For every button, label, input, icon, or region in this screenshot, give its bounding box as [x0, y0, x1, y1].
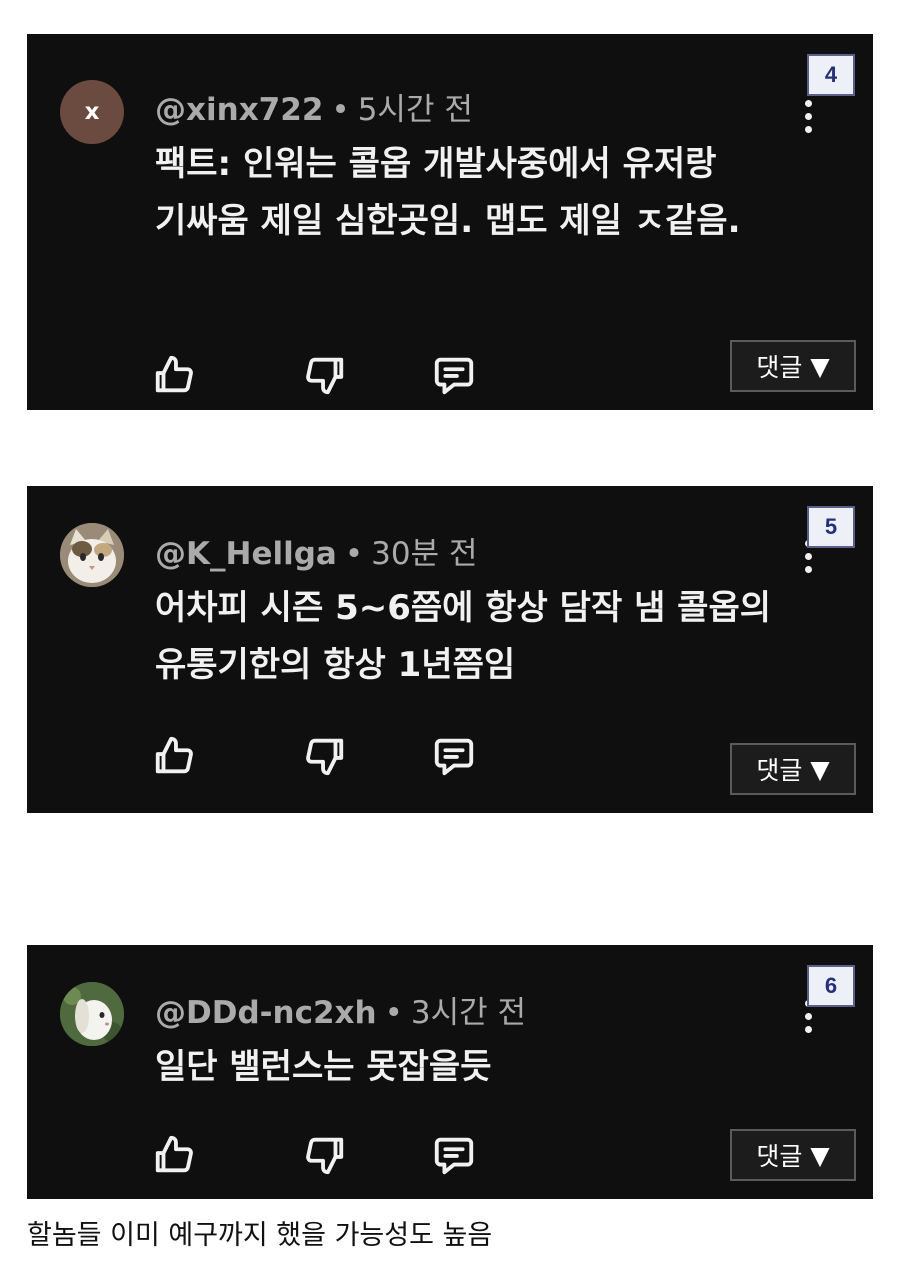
more-vertical-icon[interactable]: [805, 100, 813, 139]
reply-label: 댓글: [756, 353, 803, 382]
comment-icon[interactable]: [431, 352, 477, 398]
avatar-letter: x: [84, 99, 100, 125]
comment-number-badge: 5: [807, 506, 855, 548]
comment-icon[interactable]: [431, 1132, 477, 1178]
comment-card: @DDd-nc2xh • 3시간 전 일단 밸런스는 못잡을듯 6 댓글 ▼: [27, 945, 873, 1199]
comment-number-badge: 4: [807, 54, 855, 96]
comment-author[interactable]: @DDd-nc2xh: [155, 995, 377, 1031]
meta-separator: •: [331, 92, 350, 128]
meta-separator: •: [384, 995, 403, 1031]
comment-number-badge: 6: [807, 965, 855, 1007]
comment-card: x @xinx722 • 5시간 전 팩트: 인워는 콜옵 개발사중에서 유저랑 기…: [27, 34, 873, 410]
thumbs-down-icon[interactable]: [301, 352, 347, 398]
avatar[interactable]: x: [60, 80, 124, 144]
caption-text: 할놈들 이미 예구까지 했을 가능성도 높음: [27, 1220, 493, 1251]
comment-meta: @xinx722 • 5시간 전: [155, 84, 473, 129]
reply-label: 댓글: [756, 1142, 803, 1171]
thumbs-up-icon[interactable]: [152, 1132, 198, 1178]
rabbit-icon: [60, 982, 124, 1046]
thumbs-up-icon[interactable]: [152, 352, 198, 398]
thumbs-down-icon[interactable]: [301, 1132, 347, 1178]
thumbs-down-icon[interactable]: [301, 733, 347, 779]
reply-button[interactable]: 댓글 ▼: [730, 340, 856, 392]
reply-label: 댓글: [756, 756, 803, 785]
comment-meta: @K_Hellga • 30분 전: [155, 528, 478, 573]
avatar[interactable]: [60, 523, 124, 587]
comment-card: @K_Hellga • 30분 전 어차피 시즌 5~6쯤에 항상 담작 냄 콜옵의…: [27, 486, 873, 813]
comment-icon[interactable]: [431, 733, 477, 779]
meta-separator: •: [344, 536, 364, 572]
comment-author[interactable]: @K_Hellga: [155, 536, 337, 572]
comment-time: 3시간 전: [410, 995, 527, 1031]
comment-text: 일단 밸런스는 못잡을듯: [155, 1047, 492, 1087]
chevron-down-icon: ▼: [810, 351, 830, 381]
comment-text: 어차피 시즌 5~6쯤에 항상 담작 냄 콜옵의 유통기한의 항상 1년쯤임: [155, 588, 772, 685]
avatar[interactable]: [60, 982, 124, 1046]
comment-author[interactable]: @xinx722: [155, 92, 323, 128]
comment-time: 30분 전: [371, 536, 478, 572]
reply-button[interactable]: 댓글 ▼: [730, 1129, 856, 1181]
chevron-down-icon: ▼: [810, 1140, 830, 1170]
comment-time: 5시간 전: [357, 92, 473, 128]
chevron-down-icon: ▼: [810, 754, 830, 784]
cat-icon: [60, 523, 124, 587]
comment-text: 팩트: 인워는 콜옵 개발사중에서 유저랑 기싸움 제일 심한곳임. 맵도 제일…: [155, 144, 741, 241]
comment-meta: @DDd-nc2xh • 3시간 전: [155, 987, 526, 1032]
thumbs-up-icon[interactable]: [152, 733, 198, 779]
reply-button[interactable]: 댓글 ▼: [730, 743, 856, 795]
